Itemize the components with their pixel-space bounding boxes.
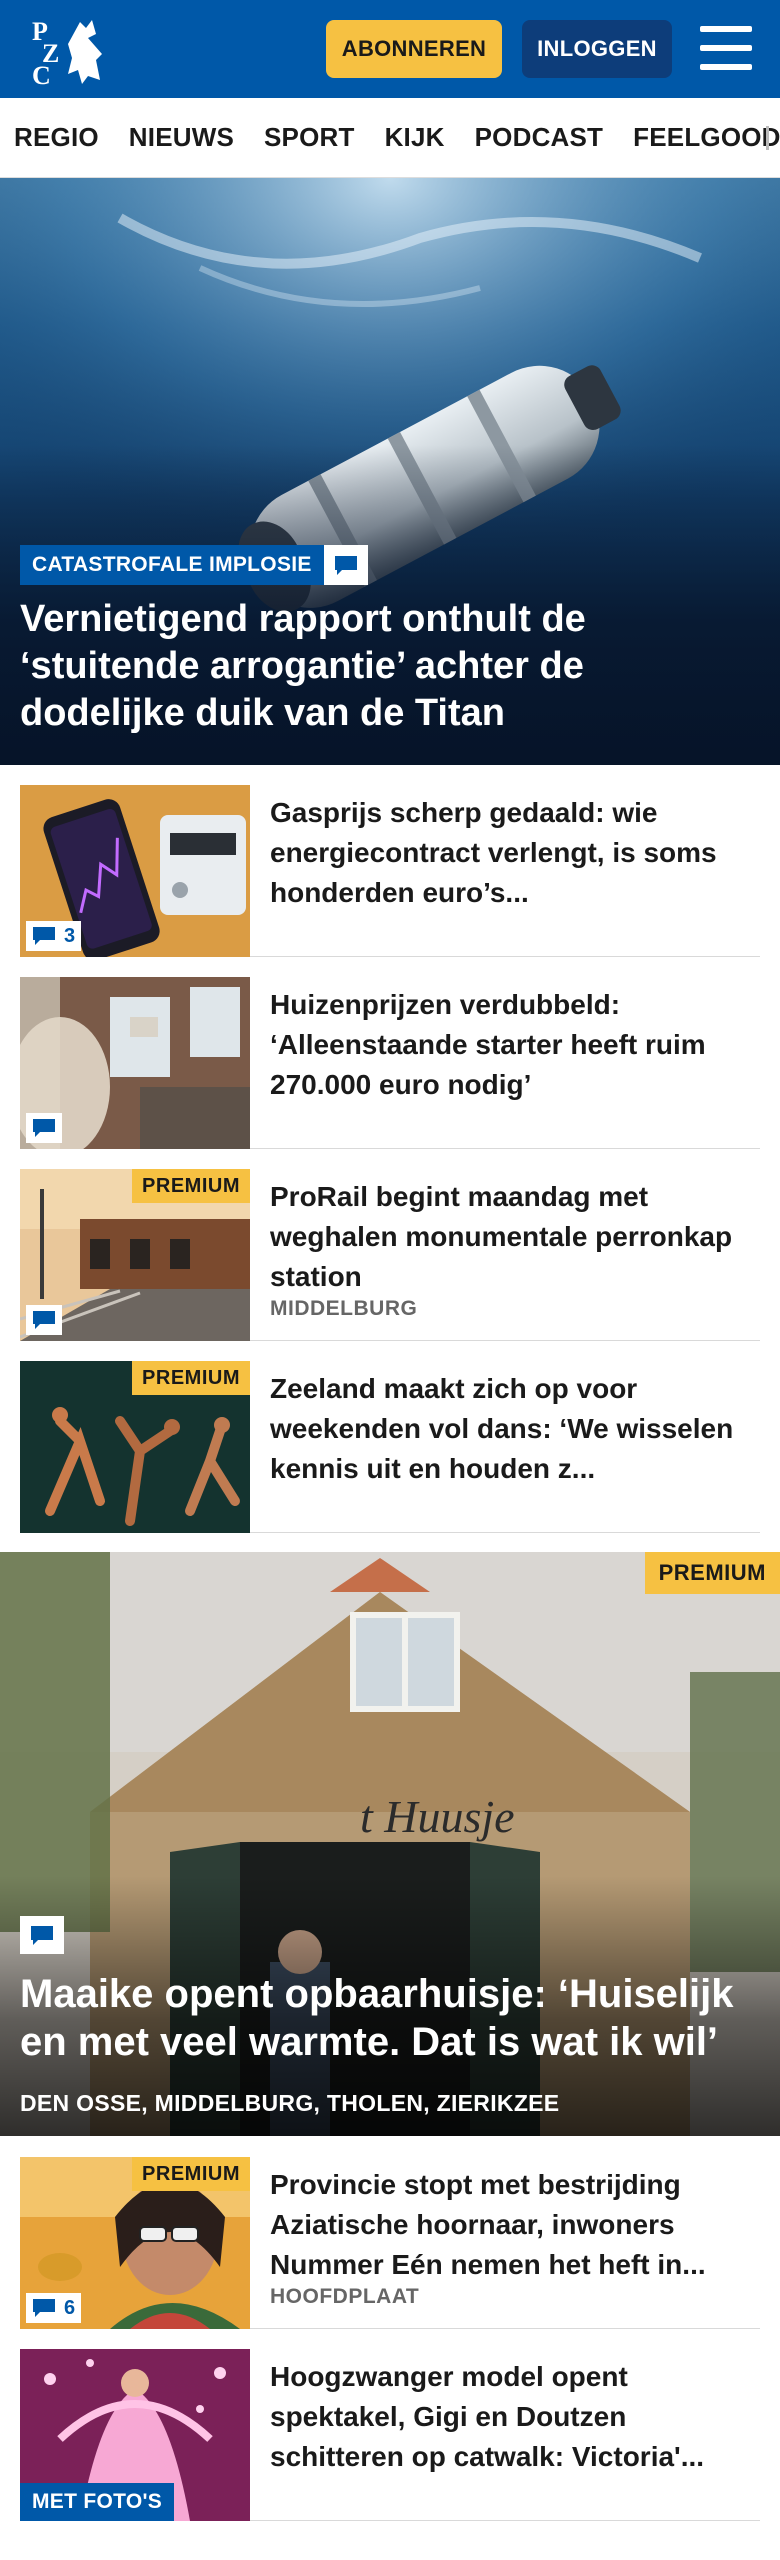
nav-item-kijk[interactable]: KIJK	[385, 122, 445, 153]
subscribe-button[interactable]: ABONNEREN	[326, 20, 502, 78]
nav-item-feelgood[interactable]: FEELGOOD	[633, 122, 780, 153]
article-thumbnail: PREMIUM 6	[20, 2157, 250, 2329]
comment-icon[interactable]	[20, 1916, 64, 1954]
comment-count-badge[interactable]: 3	[26, 921, 82, 951]
premium-badge: PREMIUM	[644, 1552, 780, 1594]
hero-tag-row: CATASTROFALE IMPLOSIE	[20, 545, 368, 585]
comment-icon[interactable]	[323, 545, 368, 585]
menu-icon[interactable]	[700, 26, 752, 70]
article-card[interactable]: PREMIUM ProRail begint maandag met wegha…	[20, 1169, 760, 1341]
article-location: HOOFDPLAAT	[270, 2285, 420, 2308]
nav-item-nieuws[interactable]: NIEUWS	[129, 122, 234, 153]
comment-icon	[33, 927, 55, 945]
nav-item-regio[interactable]: REGIO	[14, 122, 99, 153]
comment-count: 3	[64, 924, 76, 947]
article-title[interactable]: Huizenprijzen verdubbeld: ‘Alleenstaande…	[270, 985, 740, 1105]
section-nav: REGIO NIEUWS SPORT KIJK PODCAST FEELGOOD	[0, 98, 780, 178]
premium-badge: PREMIUM	[132, 2157, 250, 2191]
article-thumbnail: 3	[20, 785, 250, 957]
article-thumbnail: MET FOTO'S	[20, 2349, 250, 2521]
article-title[interactable]: Zeeland maakt zich op voor weekenden vol…	[270, 1369, 740, 1489]
comment-badge[interactable]	[26, 1305, 62, 1335]
nav-overflow-indicator	[766, 126, 769, 150]
comment-count: 6	[64, 2296, 76, 2319]
feature-locations: DEN OSSE, MIDDELBURG, THOLEN, ZIERIKZEE	[20, 2090, 560, 2116]
article-title[interactable]: Gasprijs scherp gedaald: wie energiecont…	[270, 793, 740, 913]
hero-article[interactable]: CATASTROFALE IMPLOSIE Vernietigend rappo…	[0, 178, 780, 765]
hero-title[interactable]: Vernietigend rapport onthult de ‘stuiten…	[20, 596, 740, 737]
pzc-logo[interactable]: P Z C	[28, 14, 112, 90]
article-title[interactable]: Hoogzwanger model opent spektakel, Gigi …	[270, 2357, 740, 2477]
article-card[interactable]: 3 Gasprijs scherp gedaald: wie energieco…	[20, 785, 760, 957]
top-bar: P Z C ABONNEREN INLOGGEN	[0, 0, 780, 98]
comment-icon	[33, 1119, 55, 1137]
feature-article[interactable]: t Huusje PREMIUM Maaike opent opbaarhuis…	[0, 1552, 780, 2136]
article-card[interactable]: MET FOTO'S Hoogzwanger model opent spekt…	[20, 2349, 760, 2521]
article-card[interactable]: Huizenprijzen verdubbeld: ‘Alleenstaande…	[20, 977, 760, 1149]
feature-title[interactable]: Maaike opent opbaarhuisje: ‘Huiselijk en…	[20, 1970, 770, 2066]
article-thumbnail: PREMIUM	[20, 1361, 250, 1533]
nav-item-sport[interactable]: SPORT	[264, 122, 355, 153]
login-button[interactable]: INLOGGEN	[522, 20, 672, 78]
article-title[interactable]: ProRail begint maandag met weghalen monu…	[270, 1177, 740, 1297]
premium-badge: PREMIUM	[132, 1361, 250, 1395]
hero-kicker: CATASTROFALE IMPLOSIE	[20, 545, 324, 585]
article-card[interactable]: PREMIUM Zeeland maakt zich op voor weeke…	[20, 1361, 760, 1533]
article-card[interactable]: PREMIUM 6 Provincie stopt met bestrijdin…	[20, 2157, 760, 2329]
photos-badge: MET FOTO'S	[20, 2483, 175, 2521]
comment-count-badge[interactable]: 6	[26, 2293, 82, 2323]
nav-item-podcast[interactable]: PODCAST	[475, 122, 604, 153]
comment-badge[interactable]	[26, 1113, 62, 1143]
chapel-sign-text: t Huusje	[360, 1791, 515, 1842]
article-title[interactable]: Provincie stopt met bestrijding Aziatisc…	[270, 2165, 740, 2285]
svg-text:C: C	[32, 61, 51, 86]
comment-icon	[33, 2299, 55, 2317]
article-location: MIDDELBURG	[270, 1297, 418, 1320]
article-thumbnail: PREMIUM	[20, 1169, 250, 1341]
premium-badge: PREMIUM	[132, 1169, 250, 1203]
comment-icon	[33, 1311, 55, 1329]
article-thumbnail	[20, 977, 250, 1149]
